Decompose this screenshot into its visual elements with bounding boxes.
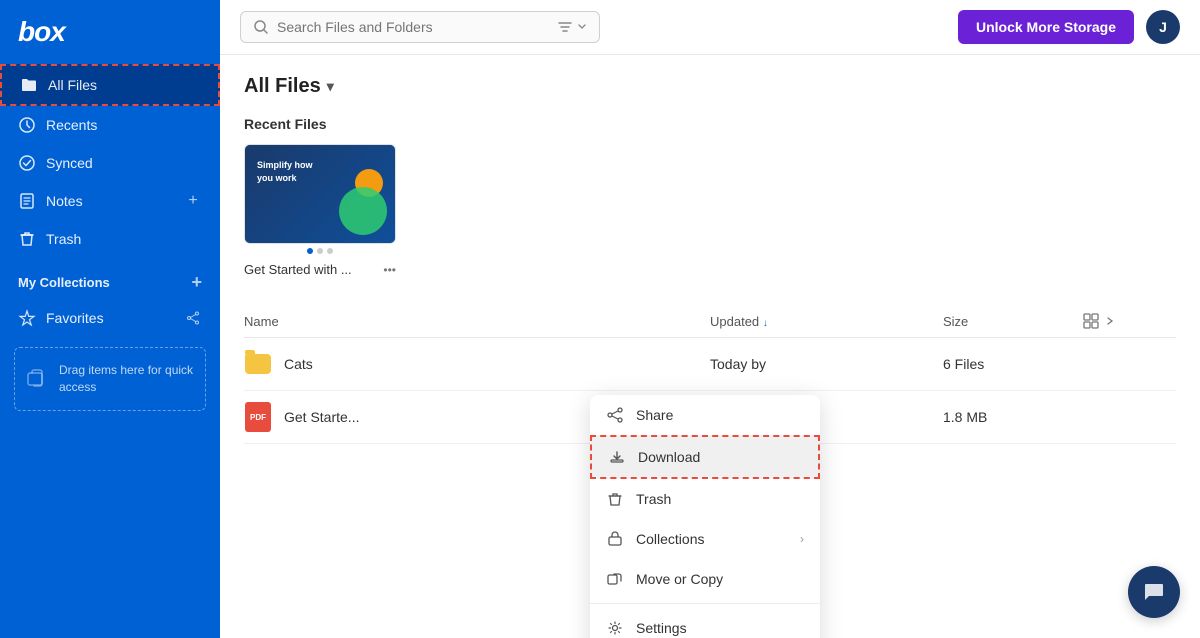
file-updated: Today by (710, 338, 943, 391)
sidebar-item-label-all-files: All Files (48, 77, 200, 93)
grid-view-icon (1083, 313, 1099, 329)
search-bar[interactable] (240, 11, 600, 43)
chat-icon (1142, 580, 1166, 604)
trash-icon (18, 230, 36, 248)
content-area: All Files ▾ Recent Files Simplify how yo… (220, 55, 1200, 638)
col-header-updated[interactable]: Updated ↓ (710, 305, 943, 338)
context-menu-share[interactable]: Share (590, 395, 820, 435)
search-filter-button[interactable] (557, 19, 587, 35)
recent-files-section: Recent Files (244, 116, 1176, 132)
file-thumbnail: Simplify how you work (244, 144, 396, 244)
file-name-cell[interactable]: Cats (244, 350, 698, 378)
page-title: All Files ▾ (244, 75, 1176, 98)
sidebar-item-all-files[interactable]: All Files (0, 64, 220, 106)
context-trash-icon (606, 490, 624, 508)
move-icon (606, 570, 624, 588)
drag-drop-area: Drag items here for quick access (14, 347, 206, 411)
file-size: 1.8 MB (943, 391, 1083, 444)
settings-icon (606, 619, 624, 637)
sidebar-item-label-notes: Notes (46, 193, 174, 209)
context-menu-divider (590, 603, 820, 604)
main-content: Unlock More Storage J All Files ▾ Recent… (220, 0, 1200, 638)
file-name: Cats (284, 356, 313, 372)
context-trash-label: Trash (636, 491, 804, 507)
collections-section-header: My Collections + (0, 258, 220, 299)
sidebar-item-label-trash: Trash (46, 231, 202, 247)
recent-file-more-button[interactable]: ••• (383, 263, 396, 277)
sidebar-item-label-favorites: Favorites (46, 310, 174, 326)
collections-arrow-icon: › (800, 532, 804, 546)
logo-text: box (18, 16, 65, 48)
folder-icon (20, 76, 38, 94)
unlock-storage-button[interactable]: Unlock More Storage (958, 10, 1134, 44)
check-circle-icon (18, 154, 36, 172)
col-header-size: Size (943, 305, 1083, 338)
collections-icon (606, 530, 624, 548)
collections-header-label: My Collections (18, 275, 110, 290)
download-icon (608, 448, 626, 466)
recent-file-name: Get Started with ... (244, 262, 352, 277)
pdf-type-icon: PDF (244, 403, 272, 431)
star-icon (18, 309, 36, 327)
folder-type-icon (244, 350, 272, 378)
view-toggle[interactable] (1083, 313, 1164, 329)
context-menu-trash[interactable]: Trash (590, 479, 820, 519)
sidebar-item-synced[interactable]: Synced (0, 144, 220, 182)
drag-area-label: Drag items here for quick access (59, 362, 195, 396)
notes-add-button[interactable]: + (184, 192, 202, 210)
notes-icon (18, 192, 36, 210)
app-logo: box (0, 0, 220, 64)
clock-icon (18, 116, 36, 134)
col-header-actions (1083, 305, 1176, 338)
search-icon (253, 19, 269, 35)
share-icon (606, 406, 624, 424)
chevron-right-icon (1105, 316, 1115, 326)
context-share-label: Share (636, 407, 804, 423)
page-title-dropdown[interactable]: ▾ (327, 78, 334, 95)
context-menu-download[interactable]: Download (590, 435, 820, 479)
sidebar-item-recents[interactable]: Recents (0, 106, 220, 144)
sidebar-item-label-recents: Recents (46, 117, 202, 133)
context-menu: Share Download (590, 395, 820, 638)
context-move-label: Move or Copy (636, 571, 804, 587)
context-collections-label: Collections (636, 531, 788, 547)
chat-button[interactable] (1128, 566, 1180, 618)
sidebar-item-trash[interactable]: Trash (0, 220, 220, 258)
context-download-label: Download (638, 449, 802, 465)
sidebar-item-favorites[interactable]: Favorites (0, 299, 220, 337)
context-menu-collections[interactable]: Collections › (590, 519, 820, 559)
drag-icon (25, 367, 49, 391)
table-row: Cats Today by 6 Files (244, 338, 1176, 391)
sidebar: box All Files Recents (0, 0, 220, 638)
context-menu-move-copy[interactable]: Move or Copy (590, 559, 820, 599)
context-settings-label: Settings (636, 620, 804, 636)
favorites-share-button[interactable] (184, 309, 202, 327)
col-header-name: Name (244, 305, 710, 338)
user-avatar[interactable]: J (1146, 10, 1180, 44)
file-size: 6 Files (943, 338, 1083, 391)
sidebar-item-notes[interactable]: Notes + (0, 182, 220, 220)
sidebar-nav: All Files Recents Synced (0, 64, 220, 638)
search-input[interactable] (277, 19, 549, 35)
sidebar-item-label-synced: Synced (46, 155, 202, 171)
sort-arrow-icon: ↓ (763, 318, 768, 329)
topbar: Unlock More Storage J (220, 0, 1200, 55)
recent-file-card[interactable]: Simplify how you work Get Started with .… (244, 144, 396, 277)
collections-add-button[interactable]: + (191, 272, 202, 293)
context-menu-settings[interactable]: Settings (590, 608, 820, 638)
recent-files-list: Simplify how you work Get Started with .… (244, 144, 1176, 277)
file-name: Get Starte... (284, 409, 359, 425)
